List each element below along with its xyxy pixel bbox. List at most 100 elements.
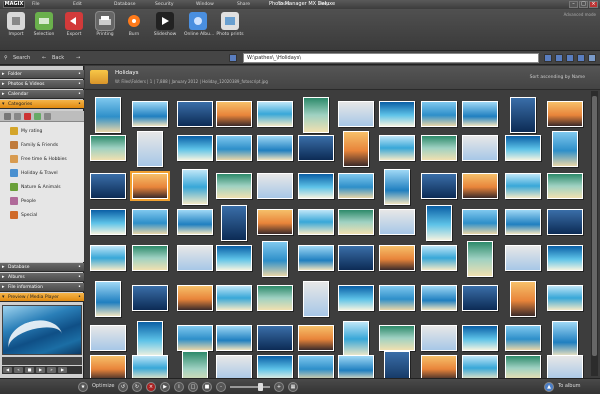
filter-icon[interactable] [555,54,563,62]
vertical-scrollbar[interactable] [591,91,598,376]
photo-thumbnail[interactable] [257,101,293,127]
photo-thumbnail[interactable] [132,209,168,235]
rotate-left-icon[interactable]: ↺ [118,382,128,392]
photo-thumbnail[interactable] [257,173,293,199]
scroll-thumb[interactable] [592,96,597,356]
pin-icon[interactable]: • [78,293,81,302]
menu-edit[interactable]: Edit [73,1,114,8]
photo-thumbnail[interactable] [338,285,374,311]
rotate-right-icon[interactable]: ↻ [132,382,142,392]
photo-thumbnail[interactable] [177,135,213,161]
close-icon[interactable]: × [589,1,598,8]
section-photos-videos[interactable]: Photos & Videos • [0,80,84,89]
photo-thumbnail[interactable] [462,285,498,311]
photo-thumbnail[interactable] [379,209,415,235]
photo-thumbnail[interactable] [338,245,374,271]
photo-thumbnail[interactable] [462,173,498,199]
photo-thumbnail[interactable] [379,285,415,311]
photo-thumbnail[interactable] [547,209,583,235]
minimize-icon[interactable]: – [569,1,578,8]
photo-thumbnail[interactable] [421,285,457,311]
search-icon[interactable]: ⚲ [4,54,8,62]
photo-thumbnail[interactable] [257,209,293,235]
photo-thumbnail[interactable] [552,131,578,167]
photo-thumbnail[interactable] [298,209,334,235]
pin-icon[interactable]: • [78,100,81,109]
preview-seekbar[interactable] [2,357,82,365]
photo-thumbnail[interactable] [384,169,410,205]
photo-thumbnail[interactable] [510,97,536,133]
category-people[interactable]: People [10,196,36,206]
category-my-rating[interactable]: My rating [10,126,42,136]
zoom-in-icon[interactable]: + [274,382,284,392]
back-button[interactable]: Back [52,54,64,62]
zoom-slider[interactable] [230,386,270,388]
photo-thumbnail[interactable] [303,281,329,317]
photo-thumbnail[interactable] [343,131,369,167]
photo-thumbnail[interactable] [216,285,252,311]
photo-thumbnail[interactable] [421,101,457,127]
forward-icon[interactable]: » [47,367,56,373]
category-family-friends[interactable]: Family & Friends [10,140,58,150]
maximize-icon[interactable]: □ [579,1,588,8]
printing-button[interactable]: Printing [91,12,119,37]
zoom-slider-handle[interactable] [258,383,263,391]
pin-icon[interactable]: • [78,80,81,89]
delete-category-icon[interactable] [24,113,31,120]
photo-thumbnail[interactable] [90,209,126,235]
menu-database[interactable]: Database [114,1,155,8]
menu-security[interactable]: Security [155,1,196,8]
delete-icon[interactable]: × [146,382,156,392]
photo-thumbnail[interactable] [90,325,126,351]
photo-thumbnail[interactable] [177,209,213,235]
photo-thumbnail[interactable] [90,245,126,271]
photo-thumbnail[interactable] [95,97,121,133]
rename-icon[interactable] [44,113,51,120]
photo-thumbnail[interactable] [221,205,247,241]
rewind-icon[interactable]: « [14,367,23,373]
grid-view-toggle-icon[interactable]: ▦ [288,382,298,392]
to-album-label[interactable]: To album [558,383,581,389]
photo-thumbnail[interactable] [338,209,374,235]
photo-thumbnail[interactable] [467,241,493,277]
photo-thumbnail[interactable] [216,325,252,351]
optimize-icon[interactable]: ★ [78,382,88,392]
photo-thumbnail[interactable] [303,97,329,133]
search-label[interactable]: Search [13,54,30,62]
photo-thumbnail[interactable] [177,285,213,311]
photo-thumbnail[interactable] [95,281,121,317]
photo-thumbnail[interactable] [216,245,252,271]
section-albums[interactable]: Albums • [0,273,84,282]
photo-thumbnail[interactable] [547,285,583,311]
folder-move-icon[interactable]: ■ [202,382,212,392]
photo-thumbnail[interactable] [510,281,536,317]
photo-thumbnail[interactable] [177,325,213,351]
view-mode-icon[interactable] [544,54,552,62]
pin-icon[interactable]: • [78,90,81,99]
pin-icon[interactable]: • [78,273,81,282]
photo-thumbnail[interactable] [262,241,288,277]
photo-prints-button[interactable]: Photo prints [216,12,244,37]
photo-thumbnail[interactable] [505,245,541,271]
forward-arrow-icon[interactable]: → [76,54,80,62]
photo-thumbnail[interactable] [462,101,498,127]
sort-label[interactable]: Sort ascending by Name [530,75,585,80]
photo-thumbnail[interactable] [462,209,498,235]
photo-thumbnail[interactable] [505,325,541,351]
slideshow-button[interactable]: Slideshow [151,12,179,37]
photo-thumbnail[interactable] [338,173,374,199]
back-arrow-icon[interactable]: ← [42,54,46,62]
online-album-button[interactable]: Online Albu... [184,12,214,37]
photo-thumbnail[interactable] [132,101,168,127]
stop-icon[interactable]: ■ [25,367,34,373]
photo-thumbnail[interactable] [421,245,457,271]
category-free-time-hobbies[interactable]: Free time & Hobbies [10,154,67,164]
menu-window[interactable]: Window [196,1,237,8]
photo-thumbnail[interactable] [421,325,457,351]
photo-thumbnail[interactable] [177,245,213,271]
photo-thumbnail[interactable] [130,171,170,201]
next-icon[interactable]: ▶ [58,367,67,373]
photo-thumbnail[interactable] [379,245,415,271]
photo-thumbnail[interactable] [505,173,541,199]
photo-thumbnail[interactable] [132,285,168,311]
